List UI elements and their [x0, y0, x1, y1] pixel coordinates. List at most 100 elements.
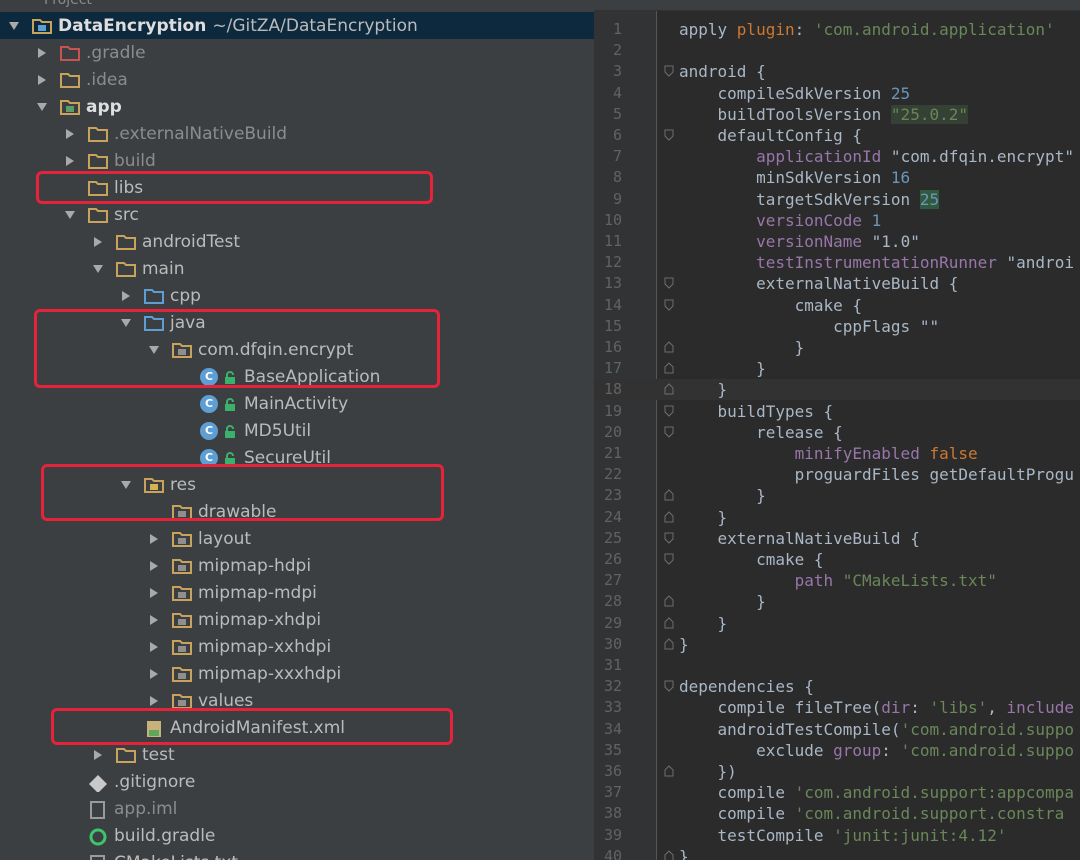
collapsed-arrow-icon[interactable] — [92, 748, 104, 762]
expanded-arrow-icon[interactable] — [8, 19, 20, 33]
code-line[interactable]: 1 apply plugin: 'com.android.application' — [594, 19, 1080, 40]
tree-item-mainactivity[interactable]: C MainActivity — [0, 390, 594, 417]
tree-item-build[interactable]: build — [0, 147, 594, 174]
fold-marker-icon[interactable] — [664, 65, 674, 78]
expanded-arrow-icon[interactable] — [92, 262, 104, 276]
code-line[interactable]: 9 targetSdkVersion 25 — [594, 189, 1080, 210]
tree-item-mipmap-mdpi[interactable]: mipmap-mdpi — [0, 579, 594, 606]
code-line[interactable]: 32 dependencies { — [594, 676, 1080, 697]
tree-item-mipmap-xxhdpi[interactable]: mipmap-xxhdpi — [0, 633, 594, 660]
code-line[interactable]: 27 path "CMakeLists.txt" — [594, 570, 1080, 591]
fold-marker-icon[interactable] — [664, 129, 674, 141]
tree-item-layout[interactable]: layout — [0, 525, 594, 552]
tree-item-src[interactable]: src — [0, 201, 594, 228]
code-line[interactable]: 12 testInstrumentationRunner "androi — [594, 252, 1080, 273]
fold-marker-icon[interactable] — [664, 383, 674, 395]
collapsed-arrow-icon[interactable] — [64, 154, 76, 168]
code-line[interactable]: 35 exclude group: 'com.android.suppo — [594, 740, 1080, 761]
code-line[interactable]: 6 defaultConfig { — [594, 125, 1080, 146]
collapsed-arrow-icon[interactable] — [148, 667, 160, 681]
collapsed-arrow-icon[interactable] — [36, 73, 48, 87]
collapsed-arrow-icon[interactable] — [36, 46, 48, 60]
tree-item-cmakelists-txt[interactable]: CMakeLists.txt — [0, 849, 594, 860]
tree-item-build-gradle[interactable]: build.gradle — [0, 822, 594, 849]
fold-marker-icon[interactable] — [664, 680, 674, 692]
code-line[interactable]: 4 compileSdkVersion 25 — [594, 83, 1080, 104]
fold-marker-icon[interactable] — [664, 426, 674, 438]
collapsed-arrow-icon[interactable] — [148, 694, 160, 708]
expanded-arrow-icon[interactable] — [36, 100, 48, 114]
tree-item-mipmap-xhdpi[interactable]: mipmap-xhdpi — [0, 606, 594, 633]
fold-marker-icon[interactable] — [664, 405, 674, 417]
code-line[interactable]: 21 minifyEnabled false — [594, 443, 1080, 464]
fold-marker-icon[interactable] — [664, 489, 674, 501]
fold-marker-icon[interactable] — [664, 341, 674, 353]
code-line[interactable]: 34 androidTestCompile('com.android.suppo — [594, 719, 1080, 740]
code-line[interactable]: 15 cppFlags "" — [594, 316, 1080, 337]
code-line[interactable]: 40} — [594, 846, 1080, 860]
code-line[interactable]: 14 cmake { — [594, 295, 1080, 316]
collapsed-arrow-icon[interactable] — [64, 127, 76, 141]
tree-item-gitignore[interactable]: .gitignore — [0, 768, 594, 795]
fold-marker-icon[interactable] — [664, 277, 674, 290]
code-line[interactable]: 7 applicationId "com.dfqin.encrypt" — [594, 146, 1080, 167]
tree-item-gradle[interactable]: .gradle — [0, 39, 594, 66]
code-line[interactable]: 33 compile fileTree(dir: 'libs', include — [594, 697, 1080, 718]
collapsed-arrow-icon[interactable] — [148, 559, 160, 573]
fold-marker-icon[interactable] — [664, 765, 674, 777]
tree-item-md5util[interactable]: C MD5Util — [0, 417, 594, 444]
code-line[interactable]: 30} — [594, 634, 1080, 655]
fold-marker-icon[interactable] — [664, 553, 674, 565]
code-line[interactable]: 16 } — [594, 337, 1080, 358]
tree-item-app-iml[interactable]: app.iml — [0, 795, 594, 822]
code-line[interactable]: 22 proguardFiles getDefaultProgu — [594, 464, 1080, 485]
code-line[interactable]: 26 cmake { — [594, 549, 1080, 570]
tree-item-main[interactable]: main — [0, 255, 594, 282]
fold-marker-icon[interactable] — [664, 595, 674, 607]
tree-item-mipmap-xxxhdpi[interactable]: mipmap-xxxhdpi — [0, 660, 594, 687]
code-line[interactable]: 19 buildTypes { — [594, 401, 1080, 422]
code-line[interactable]: 11 versionName "1.0" — [594, 231, 1080, 252]
code-line[interactable]: 13 externalNativeBuild { — [594, 273, 1080, 294]
collapsed-arrow-icon[interactable] — [148, 613, 160, 627]
tree-item-androidtest[interactable]: androidTest — [0, 228, 594, 255]
code-line[interactable]: 24 } — [594, 507, 1080, 528]
code-line[interactable]: 10 versionCode 1 — [594, 210, 1080, 231]
code-line[interactable]: 5 buildToolsVersion "25.0.2" — [594, 104, 1080, 125]
expanded-arrow-icon[interactable] — [64, 208, 76, 222]
fold-marker-icon[interactable] — [664, 616, 674, 629]
code-line[interactable]: 31 — [594, 655, 1080, 676]
fold-marker-icon[interactable] — [664, 532, 674, 544]
fold-marker-icon[interactable] — [664, 299, 674, 311]
code-line[interactable]: 2 — [594, 40, 1080, 61]
tree-item-app[interactable]: app — [0, 93, 594, 120]
tree-item-idea[interactable]: .idea — [0, 66, 594, 93]
fold-marker-icon[interactable] — [664, 510, 674, 523]
code-line[interactable]: 36 }) — [594, 761, 1080, 782]
code-line[interactable]: 18 } — [594, 379, 1080, 401]
tree-item-cpp[interactable]: cpp — [0, 282, 594, 309]
collapsed-arrow-icon[interactable] — [92, 235, 104, 249]
collapsed-arrow-icon[interactable] — [120, 289, 132, 303]
collapsed-arrow-icon[interactable] — [148, 586, 160, 600]
tree-item-test[interactable]: test — [0, 741, 594, 768]
tree-root[interactable]: DataEncryption ~/GitZA/DataEncryption — [0, 12, 594, 39]
fold-marker-icon[interactable] — [664, 850, 674, 860]
code-line[interactable]: 39 testCompile 'junit:junit:4.12' — [594, 825, 1080, 846]
fold-marker-icon[interactable] — [664, 638, 674, 650]
fold-marker-icon[interactable] — [664, 362, 674, 374]
code-line[interactable]: 25 externalNativeBuild { — [594, 528, 1080, 549]
code-line[interactable]: 29 } — [594, 613, 1080, 634]
tree-item-mipmap-hdpi[interactable]: mipmap-hdpi — [0, 552, 594, 579]
collapsed-arrow-icon[interactable] — [148, 640, 160, 654]
tree-item-externalnativebuild[interactable]: .externalNativeBuild — [0, 120, 594, 147]
code-line[interactable]: 23 } — [594, 485, 1080, 506]
code-line[interactable]: 28 } — [594, 591, 1080, 612]
collapsed-arrow-icon[interactable] — [148, 532, 160, 546]
code-line[interactable]: 17 } — [594, 358, 1080, 379]
code-line[interactable]: 8 minSdkVersion 16 — [594, 167, 1080, 188]
code-line[interactable]: 3 android { — [594, 61, 1080, 82]
code-line[interactable]: 37 compile 'com.android.support:appcompa — [594, 782, 1080, 803]
code-editor[interactable]: 1 apply plugin: 'com.android.application'… — [594, 0, 1080, 860]
code-line[interactable]: 38 compile 'com.android.support.constra — [594, 803, 1080, 824]
